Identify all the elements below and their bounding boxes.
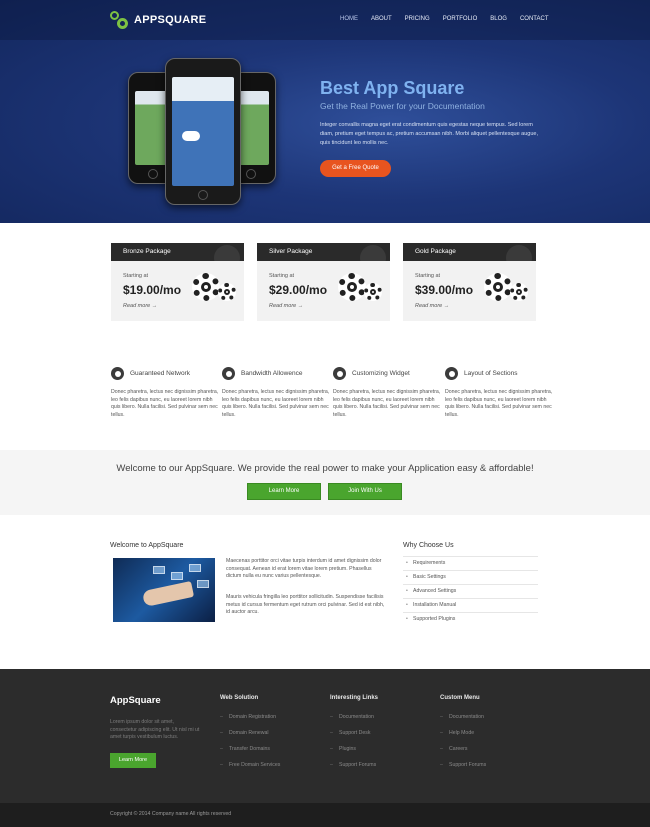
- footer-col-custom-menu: Custom Menu Documentation Help Mode Care…: [440, 695, 540, 778]
- logo[interactable]: APPSQUARE: [110, 11, 206, 29]
- gears-icon: [192, 273, 236, 303]
- welcome-paragraph-2: Mauris vehicula fringilla leo porttitor …: [226, 594, 385, 616]
- main-nav: HOME ABOUT PRICING PORTFOLIO BLOG CONTAC…: [340, 16, 562, 22]
- join-with-us-button[interactable]: Join With Us: [328, 483, 402, 500]
- why-item[interactable]: Supported Plugins: [403, 612, 538, 626]
- package-read-more-link[interactable]: Read more →: [269, 303, 303, 309]
- why-item[interactable]: Basic Settings: [403, 570, 538, 584]
- free-quote-button[interactable]: Get a Free Quote: [320, 160, 391, 177]
- footer-col-heading: Web Solution: [220, 695, 259, 701]
- package-name: Silver Package: [257, 243, 390, 261]
- learn-more-button[interactable]: Learn More: [247, 483, 321, 500]
- logo-text: APPSQUARE: [134, 14, 207, 26]
- compass-icon: [445, 367, 458, 380]
- copyright-text: Copyright © 2014 Company name All rights…: [110, 811, 232, 817]
- hero-description: Integer convallis magna eget erat condim…: [320, 122, 538, 146]
- footer: [0, 669, 650, 803]
- package-card-silver: Silver Package Starting at $29.00/mo Rea…: [257, 243, 390, 321]
- nav-contact[interactable]: CONTACT: [520, 16, 549, 22]
- package-price: $39.00/mo: [415, 283, 474, 297]
- why-item[interactable]: Advanced Settings: [403, 584, 538, 598]
- footer-col-interesting-links: Interesting Links Documentation Support …: [330, 695, 430, 778]
- feature-text: Donec pharetra, lectus nec dignissim pha…: [111, 389, 219, 418]
- target-icon: [222, 367, 235, 380]
- package-read-more-link[interactable]: Read more →: [123, 303, 157, 309]
- package-read-more-link[interactable]: Read more →: [415, 303, 449, 309]
- logo-gears-icon: [110, 11, 128, 29]
- touch-screen-image: [113, 558, 215, 622]
- gears-icon: [484, 273, 528, 303]
- package-price: $29.00/mo: [269, 283, 328, 297]
- package-starting-label: Starting at: [269, 273, 295, 279]
- package-starting-label: Starting at: [415, 273, 441, 279]
- footer-learn-more-button[interactable]: Learn More: [110, 753, 156, 768]
- nav-home[interactable]: HOME: [340, 16, 358, 22]
- footer-link[interactable]: Domain Registration: [220, 714, 320, 730]
- package-price: $19.00/mo: [123, 283, 182, 297]
- feature-title: Layout of Sections: [464, 370, 518, 377]
- footer-link[interactable]: Support Forums: [440, 762, 540, 778]
- footer-col-web-solution: Web Solution Domain Registration Domain …: [220, 695, 320, 778]
- feature-title: Bandwidth Allowence: [241, 370, 303, 377]
- footer-brand: AppSquare: [110, 695, 161, 706]
- footer-link[interactable]: Help Mode: [440, 730, 540, 746]
- package-name: Bronze Package: [111, 243, 244, 261]
- package-starting-label: Starting at: [123, 273, 149, 279]
- footer-link[interactable]: Careers: [440, 746, 540, 762]
- why-item[interactable]: Requirements: [403, 556, 538, 570]
- package-card-gold: Gold Package Starting at $39.00/mo Read …: [403, 243, 536, 321]
- phone-center: [165, 58, 241, 205]
- footer-link[interactable]: Support Forums: [330, 762, 430, 778]
- feature-title: Customizing Widget: [352, 370, 410, 377]
- footer-col-heading: Custom Menu: [440, 695, 480, 701]
- feature-text: Donec pharetra, lectus nec dignissim pha…: [222, 389, 330, 418]
- welcome-heading: Welcome to AppSquare: [110, 542, 184, 549]
- callout-band: Welcome to our AppSquare. We provide the…: [0, 450, 650, 515]
- weather-cloud-icon: [182, 131, 200, 141]
- why-choose-list: Requirements Basic Settings Advanced Set…: [403, 556, 538, 626]
- feature-text: Donec pharetra, lectus nec dignissim pha…: [333, 389, 441, 418]
- welcome-paragraph-1: Maecenas porttitor orci vitae turpis int…: [226, 558, 382, 580]
- phones-illustration: [128, 58, 278, 208]
- copyright-bar: Copyright © 2014 Company name All rights…: [0, 803, 650, 827]
- hero-section: APPSQUARE HOME ABOUT PRICING PORTFOLIO B…: [0, 0, 650, 223]
- footer-link[interactable]: Transfer Domains: [220, 746, 320, 762]
- footer-link[interactable]: Free Domain Services: [220, 762, 320, 778]
- package-name: Gold Package: [403, 243, 536, 261]
- callout-message: Welcome to our AppSquare. We provide the…: [116, 463, 534, 474]
- wrench-icon: [333, 367, 346, 380]
- why-choose-heading: Why Choose Us: [403, 542, 454, 549]
- footer-col-heading: Interesting Links: [330, 695, 379, 701]
- footer-text: Lorem ipsum dolor sit amet, consectetur …: [110, 719, 200, 741]
- hero-subtitle: Get the Real Power for your Documentatio…: [320, 101, 485, 111]
- footer-link[interactable]: Documentation: [440, 714, 540, 730]
- feature-title: Guaranteed Network: [130, 370, 190, 377]
- footer-link[interactable]: Domain Renewal: [220, 730, 320, 746]
- nav-blog[interactable]: BLOG: [490, 16, 507, 22]
- feature-text: Donec pharetra, lectus nec dignissim pha…: [445, 389, 553, 418]
- footer-link[interactable]: Plugins: [330, 746, 430, 762]
- nav-about[interactable]: ABOUT: [371, 16, 392, 22]
- hero-title: Best App Square: [320, 78, 465, 98]
- why-item[interactable]: Installation Manual: [403, 598, 538, 612]
- footer-link[interactable]: Support Desk: [330, 730, 430, 746]
- package-card-bronze: Bronze Package Starting at $19.00/mo Rea…: [111, 243, 244, 321]
- nav-pricing[interactable]: PRICING: [405, 16, 430, 22]
- heart-icon: [111, 367, 124, 380]
- footer-link[interactable]: Documentation: [330, 714, 430, 730]
- gears-icon: [338, 273, 382, 303]
- nav-portfolio[interactable]: PORTFOLIO: [443, 16, 478, 22]
